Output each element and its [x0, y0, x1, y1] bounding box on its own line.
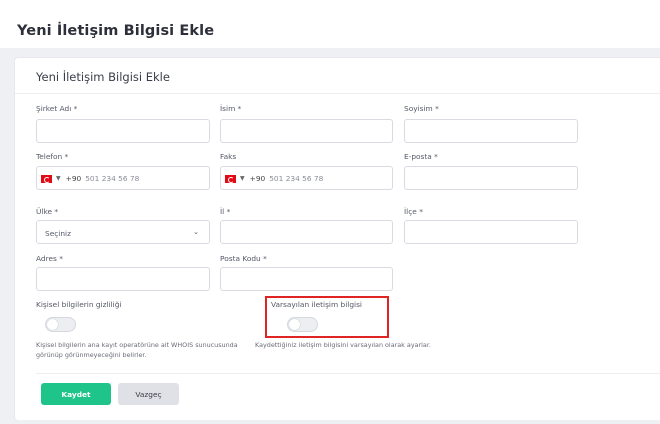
postal-code-input[interactable] [220, 267, 393, 291]
turkey-flag-icon [225, 174, 236, 183]
chevron-down-icon: ⌄ [193, 228, 199, 236]
surname-input[interactable] [404, 119, 578, 143]
district-label: İlçe * [404, 207, 423, 216]
caret-down-icon: ▼ [56, 175, 61, 182]
default-contact-help-text: Kaydettiğiniz iletişim bilgisini varsayı… [255, 341, 431, 349]
card-title: Yeni İletişim Bilgisi Ekle [36, 70, 170, 84]
footer-divider [36, 373, 660, 374]
city-input[interactable] [220, 220, 393, 244]
phone-label: Telefon * [36, 152, 69, 161]
privacy-help-line1: Kişisel bilgilerin ana kayıt operatörüne… [36, 341, 238, 349]
privacy-toggle[interactable] [45, 317, 76, 332]
company-name-label: Şirket Adı * [36, 104, 78, 113]
email-input[interactable] [404, 166, 578, 190]
address-input[interactable] [36, 267, 210, 291]
postal-code-label: Posta Kodu * [220, 254, 267, 263]
caret-down-icon: ▼ [240, 175, 245, 182]
phone-input[interactable]: ▼ +90 501 234 56 78 [36, 166, 210, 190]
highlight-box [265, 296, 389, 338]
email-label: E-posta * [404, 152, 438, 161]
fax-label: Faks [220, 152, 237, 161]
phone-code: +90 [65, 174, 82, 183]
phone-placeholder: 501 234 56 78 [85, 174, 140, 183]
country-selected-value: Seçiniz [45, 229, 71, 238]
phone-country-selector[interactable]: ▼ +90 501 234 56 78 [41, 174, 139, 183]
city-label: İl * [220, 207, 231, 216]
privacy-label: Kişisel bilgilerin gizliliği [36, 300, 122, 309]
country-label: Ülke * [36, 207, 59, 216]
country-select[interactable]: Seçiniz ⌄ [36, 220, 210, 244]
save-button[interactable]: Kaydet [41, 383, 111, 405]
turkey-flag-icon [41, 174, 52, 183]
privacy-help-line2: görünüp görünmeyeceğini belirler. [36, 351, 147, 359]
contact-form-card: Yeni İletişim Bilgisi Ekle Şirket Adı * … [14, 57, 660, 420]
address-label: Adres * [36, 254, 63, 263]
fax-input[interactable]: ▼ +90 501 234 56 78 [220, 166, 393, 190]
fax-placeholder: 501 234 56 78 [269, 174, 324, 183]
page-title: Yeni İletişim Bilgisi Ekle [17, 23, 215, 39]
cancel-button[interactable]: Vazgeç [118, 383, 179, 405]
page-header: Yeni İletişim Bilgisi Ekle [0, 0, 660, 48]
fax-country-selector[interactable]: ▼ +90 501 234 56 78 [225, 174, 323, 183]
company-name-input[interactable] [36, 119, 210, 143]
surname-label: Soyisim * [404, 104, 439, 113]
card-divider [15, 93, 660, 94]
fax-code: +90 [249, 174, 266, 183]
first-name-label: İsim * [220, 104, 242, 113]
toggle-knob [47, 319, 58, 330]
privacy-help-text: Kişisel bilgilerin ana kayıt operatörüne… [36, 340, 238, 360]
first-name-input[interactable] [220, 119, 393, 143]
district-input[interactable] [404, 220, 578, 244]
